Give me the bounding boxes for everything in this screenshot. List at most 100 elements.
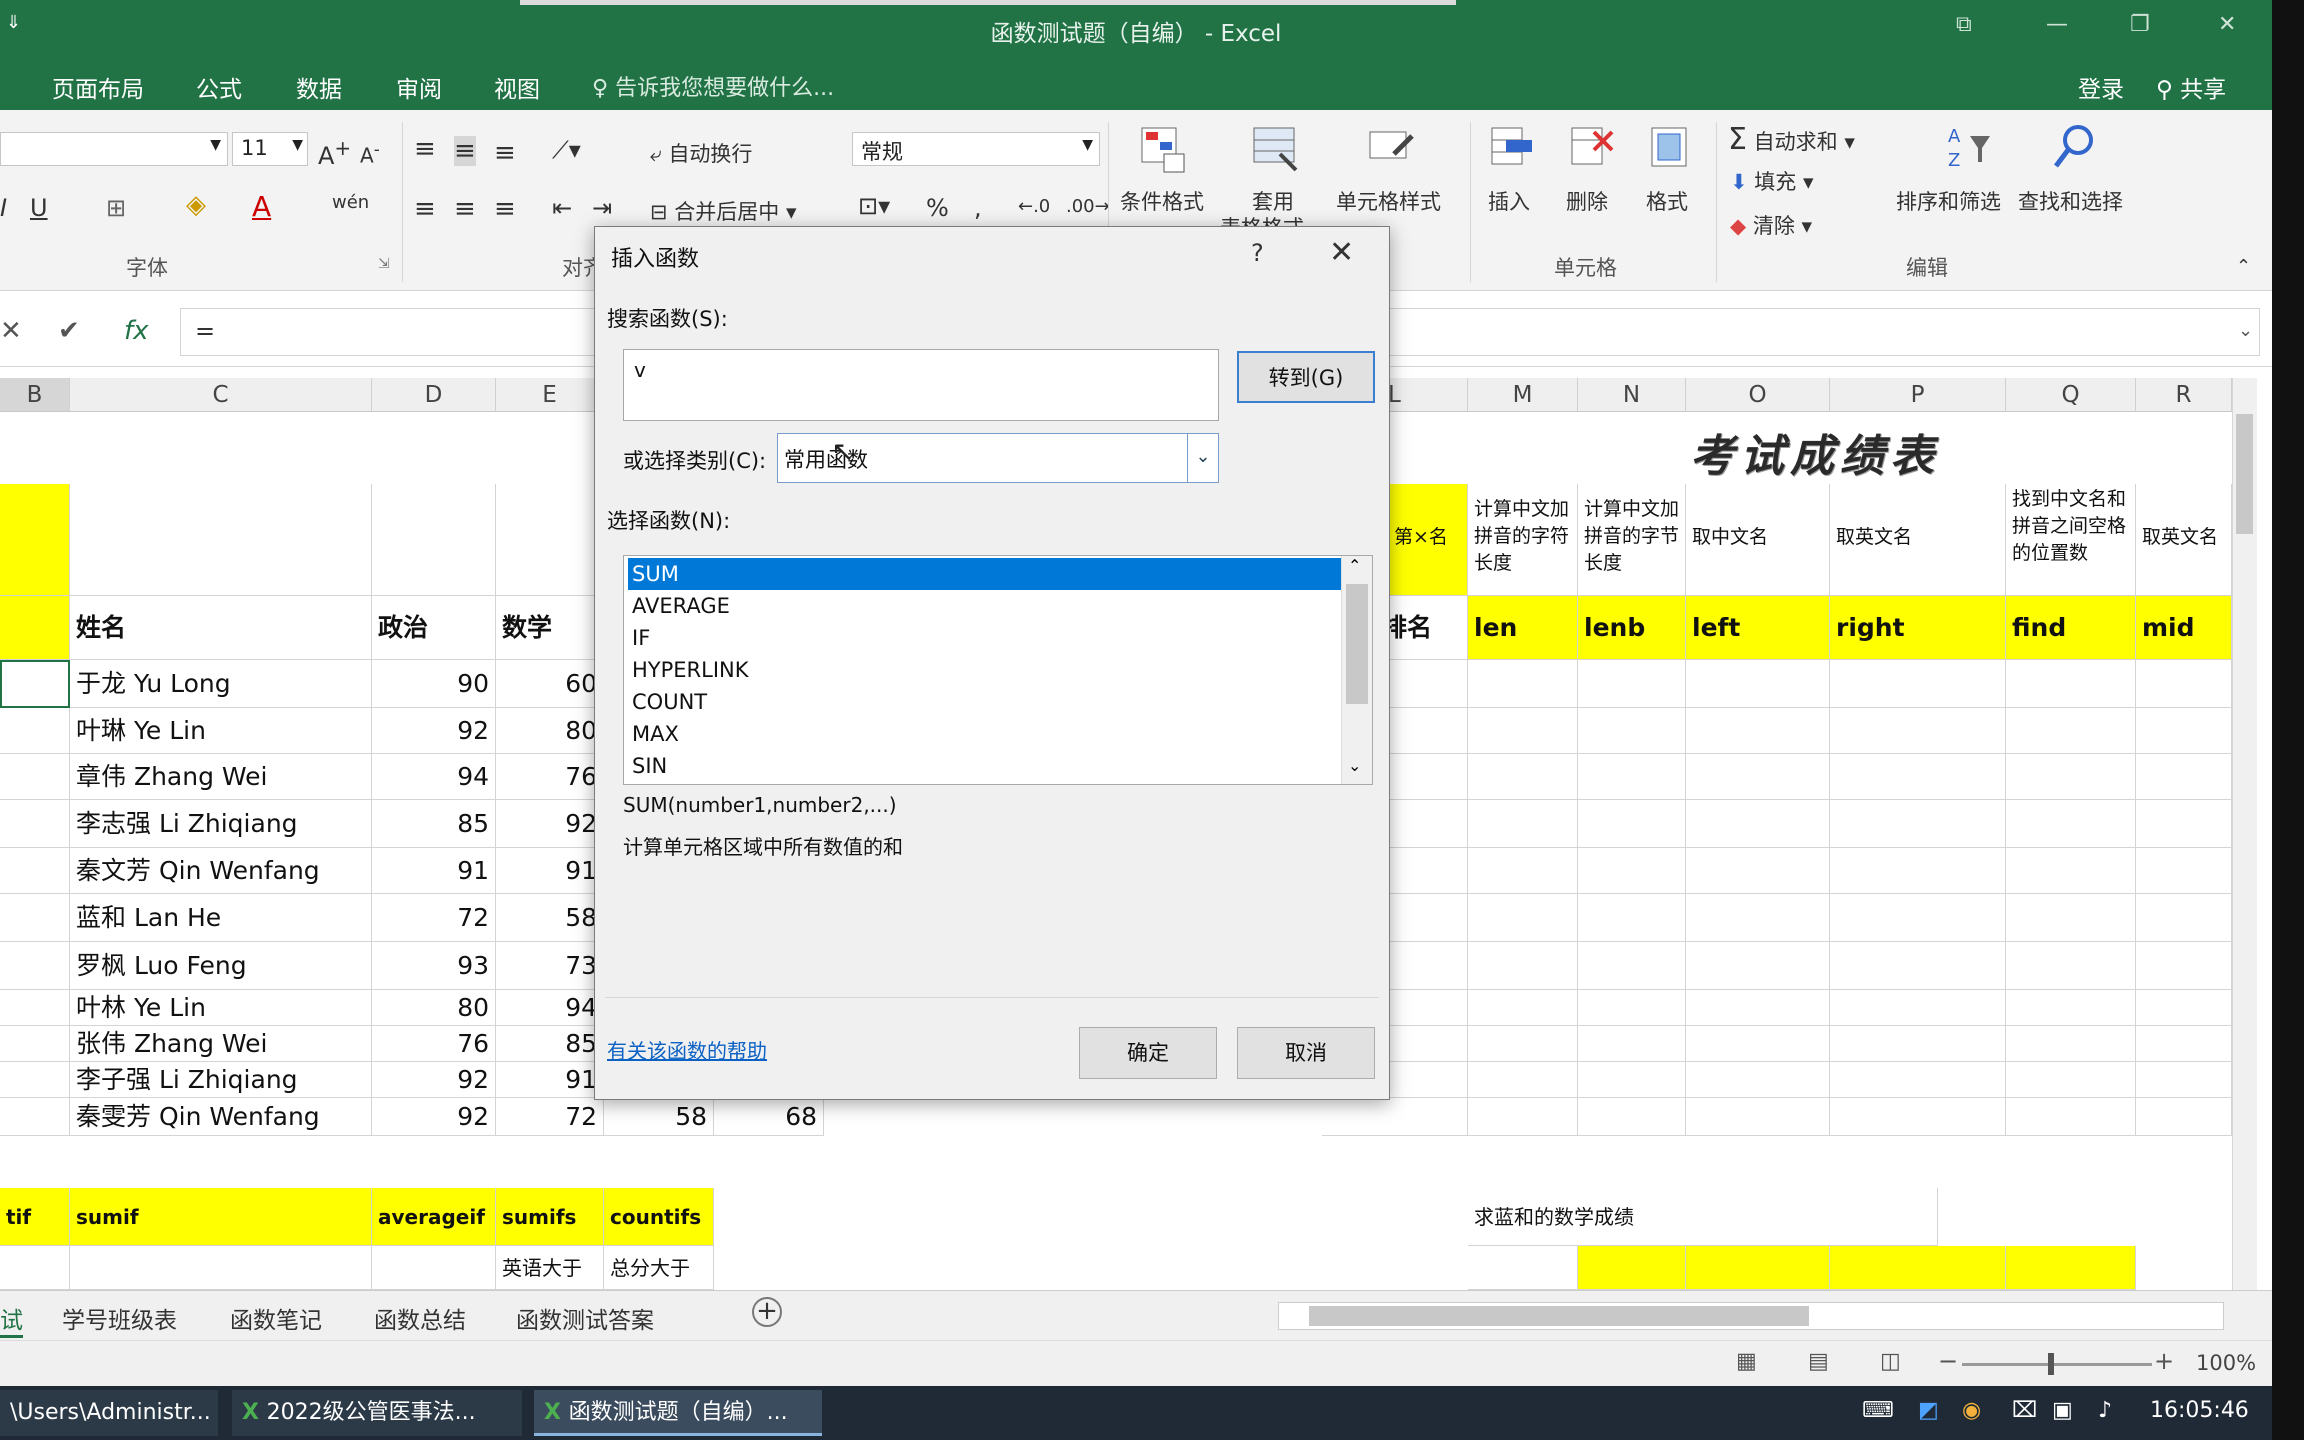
cell-math[interactable]: 85 — [496, 1026, 604, 1062]
cell-name[interactable]: 于龙 Yu Long — [70, 660, 372, 708]
grid-cell[interactable] — [1830, 660, 2006, 708]
grid-cell[interactable] — [1468, 708, 1578, 754]
tab-page-layout[interactable]: 页面布局 — [52, 70, 144, 104]
grid-cell[interactable] — [2006, 754, 2136, 800]
name-header[interactable]: 姓名 — [70, 596, 372, 660]
left-header[interactable]: left — [1686, 596, 1830, 660]
underline-icon[interactable]: U — [30, 194, 48, 222]
grid-cell[interactable] — [2006, 848, 2136, 894]
grid-cell[interactable] — [1830, 1098, 2006, 1136]
cell-math[interactable]: 91 — [496, 848, 604, 894]
cell-name[interactable]: 章伟 Zhang Wei — [70, 754, 372, 800]
grid-cell[interactable] — [0, 942, 70, 990]
listbox-scrollbar[interactable]: ⌃ ⌄ — [1341, 556, 1372, 784]
app-tray-icon[interactable]: ◩ — [1918, 1398, 1939, 1423]
border-icon[interactable]: ⊞ — [106, 194, 126, 222]
tab-review[interactable]: 审阅 — [396, 70, 442, 104]
cell-name[interactable]: 张伟 Zhang Wei — [70, 1026, 372, 1062]
cell-politics[interactable]: 85 — [372, 800, 496, 848]
grid-cell[interactable] — [2136, 990, 2232, 1026]
grid-cell[interactable] — [1686, 942, 1830, 990]
merge-center-button[interactable]: ⊟ 合并后居中 ▾ — [650, 196, 797, 226]
func-cell-sumifs[interactable]: sumifs — [496, 1188, 604, 1246]
grid-cell[interactable] — [1830, 942, 2006, 990]
fill-button[interactable]: ⬇ 填充 ▾ — [1730, 166, 1814, 196]
sheet-tab-notes[interactable]: 函数笔记 — [230, 1301, 322, 1335]
header-cell[interactable] — [70, 484, 372, 596]
function-item-count[interactable]: COUNT — [628, 686, 1344, 718]
grid-cell[interactable] — [70, 1246, 372, 1290]
grid-cell[interactable] — [1578, 800, 1686, 848]
function-help-link[interactable]: 有关该函数的帮助 — [607, 1035, 767, 1064]
func-cell-countifs[interactable]: countifs — [604, 1188, 714, 1246]
tab-formulas[interactable]: 公式 — [196, 70, 242, 104]
cell-math[interactable]: 58 — [496, 894, 604, 942]
grid-cell[interactable] — [1686, 660, 1830, 708]
comma-icon[interactable]: , — [974, 194, 982, 222]
share-button[interactable]: ⚲ 共享 — [2156, 70, 2226, 104]
scroll-down-icon[interactable]: ⌄ — [1348, 756, 1361, 775]
dialog-launcher-icon[interactable]: ⇲ — [378, 256, 390, 272]
currency-icon[interactable]: ⊡▾ — [858, 192, 890, 220]
header-cell[interactable] — [0, 484, 70, 596]
column-header-b[interactable]: B — [0, 378, 70, 412]
grid-cell[interactable] — [2006, 894, 2136, 942]
grid-cell[interactable] — [2136, 754, 2232, 800]
grid-cell[interactable] — [1468, 942, 1578, 990]
grid-cell[interactable] — [0, 800, 70, 848]
align-middle-icon[interactable]: ≡ — [454, 136, 476, 166]
find-header[interactable]: find — [2006, 596, 2136, 660]
grid-cell[interactable] — [1578, 1246, 1686, 1290]
font-name-combo[interactable]: ▼ — [0, 132, 228, 166]
right-header[interactable]: right — [1830, 596, 2006, 660]
cell-math[interactable]: 73 — [496, 942, 604, 990]
scroll-up-icon[interactable]: ⌃ — [1348, 556, 1361, 575]
orientation-icon[interactable]: ⟋▾ — [552, 136, 581, 164]
tab-view[interactable]: 视图 — [494, 70, 540, 104]
grid-cell[interactable] — [2006, 1026, 2136, 1062]
cell-name[interactable]: 李志强 Li Zhiqiang — [70, 800, 372, 848]
grid-cell[interactable] — [1322, 1098, 1468, 1136]
cell-name[interactable]: 李子强 Li Zhiqiang — [70, 1062, 372, 1098]
function-item-max[interactable]: MAX — [628, 718, 1344, 750]
grid-cell[interactable] — [1578, 754, 1686, 800]
func-cell-tif[interactable]: tif — [0, 1188, 70, 1246]
taskbar-item-excel-1[interactable]: X 2022级公管医事法... — [232, 1390, 522, 1436]
align-left-icon[interactable]: ≡ — [414, 194, 436, 224]
function-item-sin[interactable]: SIN — [628, 750, 1344, 782]
zoom-level[interactable]: 100% — [2196, 1351, 2256, 1375]
cell-name[interactable]: 蓝和 Lan He — [70, 894, 372, 942]
grid-cell[interactable] — [1686, 708, 1830, 754]
column-header-e[interactable]: E — [496, 378, 604, 412]
grid-cell[interactable] — [2136, 708, 2232, 754]
grid-cell[interactable] — [1468, 1026, 1578, 1062]
grid-cell[interactable] — [2136, 942, 2232, 990]
grid-cell[interactable] — [2136, 800, 2232, 848]
format-button[interactable]: 格式 — [1646, 186, 1688, 216]
cell-name[interactable]: 秦雯芳 Qin Wenfang — [70, 1098, 372, 1136]
align-center-icon[interactable]: ≡ — [454, 194, 476, 224]
italic-icon[interactable]: I — [0, 194, 7, 222]
zoom-slider-handle[interactable] — [2048, 1353, 2054, 1375]
grid-cell[interactable] — [1686, 848, 1830, 894]
grid-cell[interactable] — [1830, 894, 2006, 942]
grid-cell[interactable] — [2136, 1026, 2232, 1062]
close-icon[interactable]: ✕ — [1329, 235, 1354, 270]
grid-cell[interactable] — [1578, 1062, 1686, 1098]
grid-cell[interactable] — [2006, 660, 2136, 708]
cell-math[interactable]: 92 — [496, 800, 604, 848]
function-item-sum[interactable]: SUM — [628, 558, 1344, 590]
decrease-indent-icon[interactable]: ⇤ — [552, 194, 572, 222]
align-top-icon[interactable]: ≡ — [414, 134, 436, 164]
mid-header[interactable]: mid — [2136, 596, 2232, 660]
grid-cell[interactable] — [2006, 990, 2136, 1026]
sheet-tab-summary[interactable]: 函数总结 — [374, 1301, 466, 1335]
cell-extra1[interactable]: 58 — [604, 1098, 714, 1136]
ribbon-display-icon[interactable]: ⧉ — [1956, 12, 1972, 37]
usb-icon[interactable]: ⌧ — [2012, 1398, 2037, 1423]
cell-politics[interactable]: 91 — [372, 848, 496, 894]
grid-cell[interactable] — [1468, 660, 1578, 708]
grid-cell[interactable] — [1468, 990, 1578, 1026]
cell-math[interactable]: 94 — [496, 990, 604, 1026]
align-bottom-icon[interactable]: ≡ — [494, 138, 516, 168]
